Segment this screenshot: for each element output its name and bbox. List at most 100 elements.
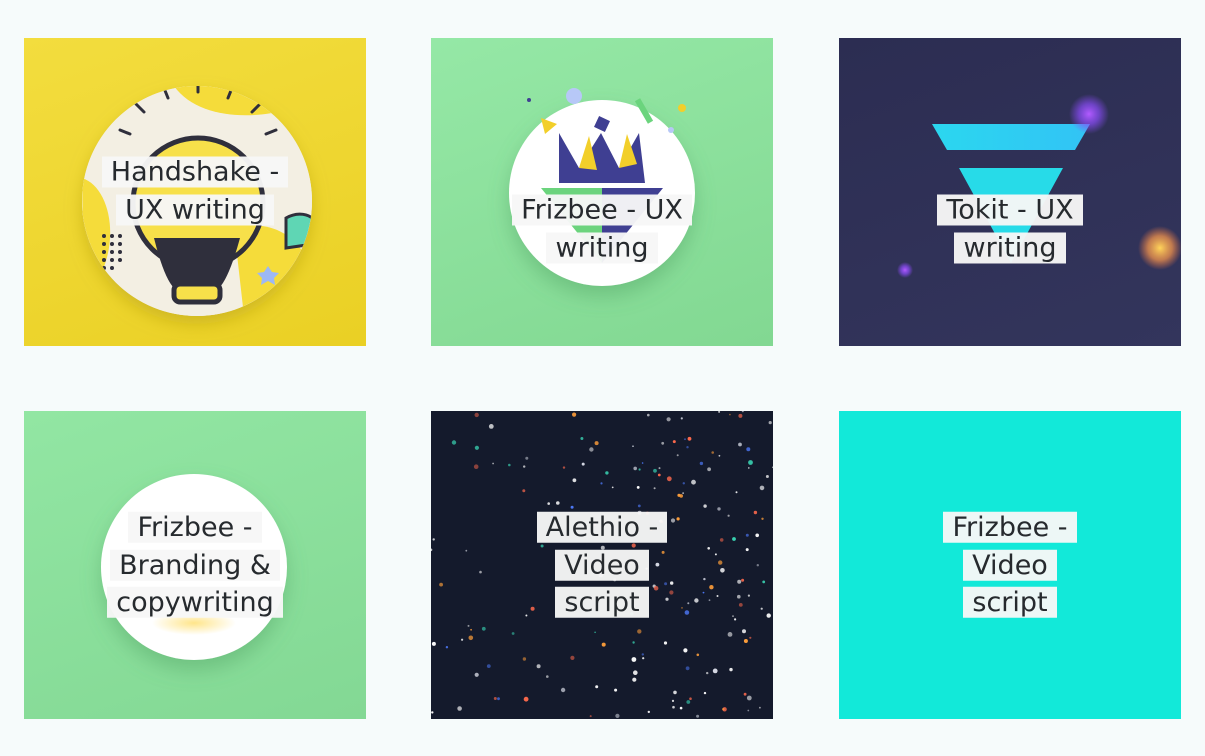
star-dot [641, 462, 644, 464]
star-dot [642, 657, 645, 660]
star-dot [714, 553, 717, 556]
star-dot [600, 482, 603, 485]
star-dot [696, 653, 700, 657]
project-card-frizbee-ux[interactable]: Frizbee - UX writing [431, 38, 773, 346]
star-dot [522, 489, 526, 493]
star-dot [595, 685, 599, 689]
star-dot [594, 631, 596, 634]
star-dot [511, 632, 515, 635]
star-dot [677, 493, 681, 497]
star-dot [742, 629, 746, 634]
star-dot [493, 697, 497, 700]
star-dot [605, 471, 609, 475]
star-dot [638, 468, 641, 471]
star-dot [716, 595, 719, 597]
star-dot [666, 476, 672, 482]
star-dot [661, 441, 665, 445]
star-dot [745, 548, 749, 552]
star-dot [687, 436, 692, 441]
star-dot [684, 438, 686, 441]
star-dot [745, 533, 749, 537]
star-dot [689, 697, 692, 700]
star-dot [682, 482, 685, 485]
star-dot [663, 641, 668, 645]
star-dot [686, 700, 691, 704]
project-card-frizbee-branding[interactable]: Frizbee - Branding & copywriting [24, 411, 366, 719]
star-dot [615, 713, 620, 718]
star-dot [753, 510, 758, 515]
star-dot [683, 648, 688, 653]
star-dot [611, 486, 614, 489]
star-dot [699, 461, 704, 466]
star-dot [637, 504, 641, 508]
star-dot [709, 585, 714, 590]
star-dot [680, 417, 683, 420]
star-dot [647, 710, 650, 714]
project-card-handshake[interactable]: Handshake - UX writing [24, 38, 366, 346]
star-dot [749, 636, 752, 639]
star-dot [720, 568, 725, 573]
project-card-tokit[interactable]: Tokit - UX writing [839, 38, 1181, 346]
star-dot [686, 446, 689, 449]
star-dot [766, 613, 771, 618]
star-dot [759, 706, 761, 709]
star-dot [743, 639, 748, 643]
star-dot [706, 671, 709, 675]
star-dot [589, 715, 592, 718]
star-dot [653, 487, 656, 490]
star-dot [746, 695, 752, 701]
star-dot [523, 696, 529, 702]
project-title: Frizbee - UX writing [512, 192, 692, 267]
star-dot [636, 486, 640, 489]
star-dot [702, 591, 705, 594]
star-dot [633, 670, 638, 675]
star-dot [474, 445, 479, 450]
star-dot [474, 412, 479, 418]
star-dot [671, 699, 675, 702]
project-title: Tokit - UX writing [925, 192, 1095, 267]
star-dot [546, 675, 549, 678]
star-dot [738, 603, 743, 607]
star-dot [760, 607, 763, 610]
star-dot [631, 657, 637, 662]
star-dot [718, 411, 721, 413]
star-dot [492, 462, 494, 465]
star-dot [473, 464, 479, 469]
star-dot [765, 475, 769, 478]
star-dot [691, 479, 696, 485]
star-dot [703, 504, 707, 508]
star-dot [632, 445, 634, 447]
star-dot [657, 473, 661, 477]
star-dot [681, 607, 683, 609]
project-card-alethio[interactable]: Alethio - Video script [431, 411, 773, 719]
star-dot [748, 467, 750, 469]
star-dot [431, 548, 433, 552]
star-dot [522, 657, 527, 661]
star-dot [474, 672, 479, 677]
star-dot [718, 454, 721, 457]
star-dot [687, 602, 690, 605]
star-dot [703, 691, 707, 695]
star-dot [741, 411, 744, 413]
star-dot [572, 412, 577, 417]
star-dot [486, 664, 491, 668]
star-dot [632, 677, 637, 682]
star-dot [601, 642, 606, 647]
star-dot [682, 492, 684, 494]
star-dot [712, 668, 718, 674]
star-dot [676, 454, 679, 457]
star-dot [735, 491, 738, 494]
project-card-frizbee-video[interactable]: Frizbee - Video script [839, 411, 1181, 719]
star-dot [641, 653, 644, 656]
star-dot [718, 560, 723, 565]
star-dot [556, 501, 560, 505]
star-dot [536, 664, 541, 669]
star-dot [696, 714, 700, 718]
star-dot [470, 628, 472, 631]
star-dot [755, 533, 759, 538]
star-dot [672, 705, 675, 709]
star-dot [508, 463, 511, 467]
project-title: Frizbee - Video script [935, 509, 1085, 622]
star-dot [694, 598, 699, 603]
star-dot [497, 697, 500, 701]
